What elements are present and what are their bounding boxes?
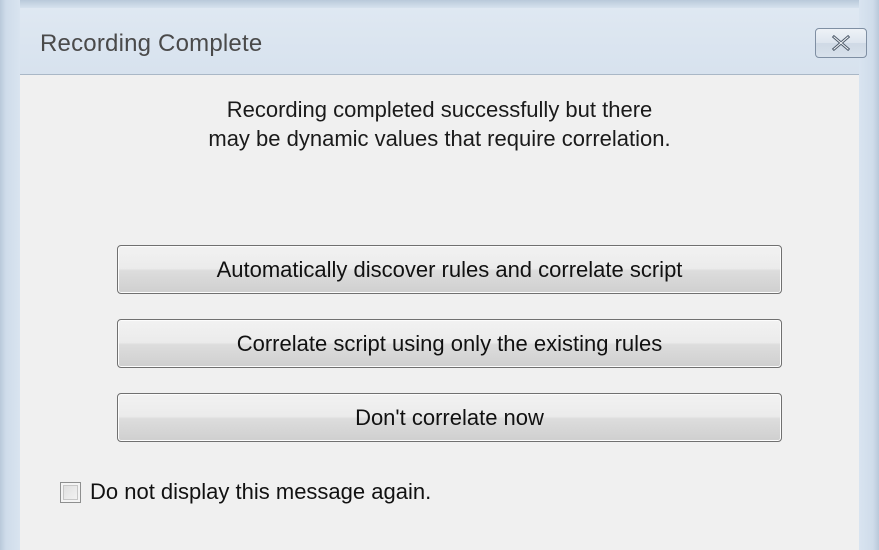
window-frame-top bbox=[0, 0, 879, 8]
dialog-body: Recording completed successfully but the… bbox=[20, 74, 859, 550]
close-button[interactable] bbox=[815, 28, 867, 58]
do-not-display-again-row[interactable]: Do not display this message again. bbox=[60, 479, 431, 505]
window-frame-left bbox=[0, 0, 20, 550]
message-text: Recording completed successfully but the… bbox=[20, 95, 859, 153]
window-title: Recording Complete bbox=[40, 30, 263, 57]
title-bar[interactable]: Recording Complete bbox=[20, 8, 867, 74]
do-not-display-again-checkbox[interactable] bbox=[60, 481, 81, 503]
window-frame-right bbox=[859, 0, 879, 550]
do-not-display-again-label[interactable]: Do not display this message again. bbox=[90, 479, 431, 505]
correlate-existing-rules-button[interactable]: Correlate script using only the existing… bbox=[117, 319, 782, 368]
close-icon bbox=[831, 35, 851, 51]
message-line-2: may be dynamic values that require corre… bbox=[208, 126, 671, 151]
recording-complete-dialog: Recording Complete Recording completed s… bbox=[0, 0, 879, 550]
message-line-1: Recording completed successfully but the… bbox=[226, 97, 653, 122]
dont-correlate-button[interactable]: Don't correlate now bbox=[117, 393, 782, 442]
auto-discover-correlate-button[interactable]: Automatically discover rules and correla… bbox=[117, 245, 782, 294]
